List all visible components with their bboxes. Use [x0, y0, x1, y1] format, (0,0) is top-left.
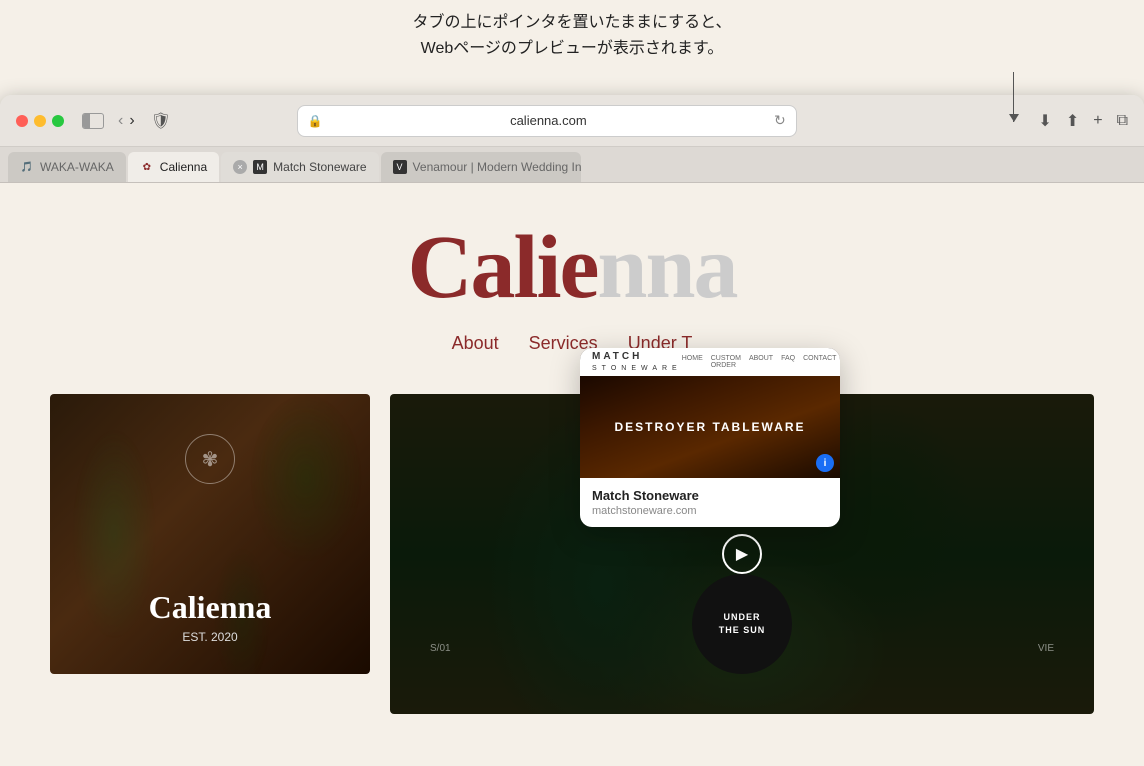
- minimize-button[interactable]: [34, 115, 46, 127]
- calienna-emblem: ✾: [185, 434, 235, 484]
- calienna-logo: Calienna: [407, 223, 736, 313]
- calienna-nav-about[interactable]: About: [452, 333, 499, 354]
- preview-url: matchstoneware.com: [592, 505, 828, 517]
- nav-arrows: ‹ ›: [118, 113, 135, 129]
- tab-preview-popup: MATCH STONEWARE HOME CUSTOM ORDER ABOUT …: [580, 348, 840, 527]
- s01-label: S/01: [430, 643, 451, 654]
- calienna-card-logo: Calienna: [50, 589, 370, 626]
- calienna-card-est: EST. 2020: [50, 630, 370, 644]
- toolbar-right: ⬇ ⬆ + ⧉: [1038, 111, 1128, 131]
- match-mini-badge: i: [816, 454, 834, 472]
- new-tab-icon[interactable]: +: [1093, 112, 1102, 130]
- vie-label: VIE: [1038, 643, 1054, 654]
- preview-title: Match Stoneware: [592, 488, 828, 503]
- match-mini-logo: MATCH STONEWARE: [592, 351, 682, 373]
- calienna-nav-area: Calienna About Services Under T: [0, 183, 1144, 374]
- back-button[interactable]: ‹: [118, 113, 123, 129]
- lock-icon: 🔒: [308, 114, 323, 128]
- side-labels: S/01 VIE: [390, 643, 1094, 654]
- match-mini-header: MATCH STONEWARE HOME CUSTOM ORDER ABOUT …: [580, 348, 840, 376]
- tab-waka-waka[interactable]: 🎵 WAKA-WAKA: [8, 152, 126, 182]
- tab-label-calienna: Calienna: [160, 160, 207, 174]
- tab-label-waka: WAKA-WAKA: [40, 160, 114, 174]
- calienna-card-overlay: Calienna EST. 2020: [50, 589, 370, 644]
- preview-info: Match Stoneware matchstoneware.com: [580, 478, 840, 527]
- tabs-overview-icon[interactable]: ⧉: [1117, 112, 1128, 130]
- tabs-bar: 🎵 WAKA-WAKA ✿ Calienna × M Match Stonewa…: [0, 147, 1144, 183]
- traffic-lights: [16, 115, 64, 127]
- maximize-button[interactable]: [52, 115, 64, 127]
- preview-image: MATCH STONEWARE HOME CUSTOM ORDER ABOUT …: [580, 348, 840, 478]
- annotation-arrow: [1013, 72, 1014, 122]
- url-text: calienna.com: [329, 113, 768, 128]
- calienna-card: ✾ Calienna EST. 2020: [50, 394, 370, 674]
- tab-match-stoneware[interactable]: × M Match Stoneware: [221, 152, 378, 182]
- forward-button[interactable]: ›: [129, 113, 134, 129]
- tab-calienna[interactable]: ✿ Calienna: [128, 152, 219, 182]
- tab-close-match[interactable]: ×: [233, 160, 247, 174]
- match-mini-content: DESTROYER TABLEWARE i: [580, 376, 840, 478]
- sidebar-toggle-button[interactable]: [82, 113, 104, 129]
- calienna-website: Calienna About Services Under T ✾ Calien…: [0, 183, 1144, 766]
- download-icon[interactable]: ⬇: [1038, 111, 1051, 131]
- tab-label-match: Match Stoneware: [273, 160, 366, 174]
- tab-venamour[interactable]: V Venamour | Modern Wedding Invitations: [381, 152, 581, 182]
- close-button[interactable]: [16, 115, 28, 127]
- match-mini-nav: HOME CUSTOM ORDER ABOUT FAQ CONTACT CARE…: [682, 355, 840, 369]
- tab-favicon-waka: 🎵: [20, 160, 34, 174]
- tab-favicon-venamour: V: [393, 160, 407, 174]
- page-content: Calienna About Services Under T ✾ Calien…: [0, 183, 1144, 766]
- tab-favicon-match: M: [253, 160, 267, 174]
- reload-icon[interactable]: ↻: [774, 112, 786, 129]
- share-icon[interactable]: ⬆: [1066, 111, 1079, 131]
- images-area: ✾ Calienna EST. 2020 AZE ▶: [0, 374, 1144, 734]
- shield-icon: 🛡: [151, 111, 171, 131]
- tab-label-venamour: Venamour | Modern Wedding Invitations: [413, 160, 581, 174]
- under-the-sun-circle: UNDER THE SUN: [692, 574, 792, 674]
- browser-window: ‹ › 🛡 🔒 calienna.com ↻ ⬇ ⬆ + ⧉ 🎵 WAKA-WA…: [0, 95, 1144, 766]
- play-button[interactable]: ▶: [722, 534, 762, 574]
- title-bar: ‹ › 🛡 🔒 calienna.com ↻ ⬇ ⬆ + ⧉: [0, 95, 1144, 147]
- address-bar[interactable]: 🔒 calienna.com ↻: [297, 105, 797, 137]
- annotation-text: タブの上にポインタを置いたままにすると、 Webページのプレビューが表示されます…: [0, 10, 1144, 61]
- tab-favicon-calienna: ✿: [140, 160, 154, 174]
- match-mini-hero-text: DESTROYER TABLEWARE: [614, 420, 805, 434]
